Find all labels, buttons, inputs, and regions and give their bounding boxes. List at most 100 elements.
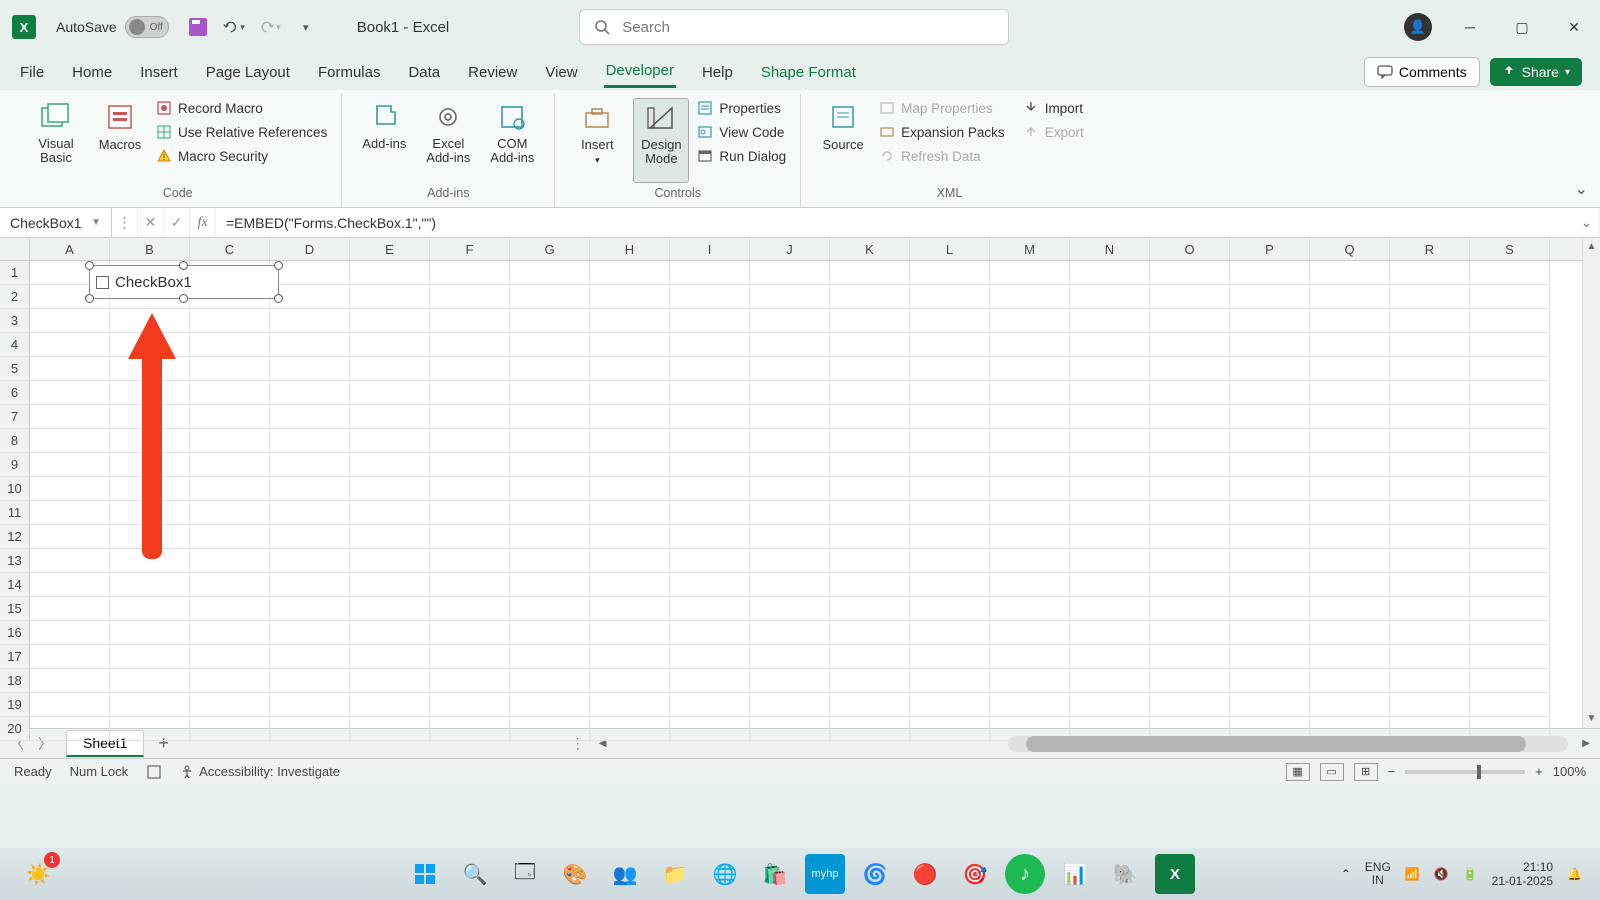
cell[interactable] xyxy=(590,693,670,717)
column-header[interactable]: H xyxy=(590,238,670,260)
notifications-icon[interactable]: 🔔 xyxy=(1567,867,1582,881)
cell[interactable] xyxy=(670,573,750,597)
cell[interactable] xyxy=(670,405,750,429)
tab-review[interactable]: Review xyxy=(466,58,519,87)
cell[interactable] xyxy=(1470,261,1550,285)
cell[interactable] xyxy=(910,549,990,573)
cell[interactable] xyxy=(270,573,350,597)
horizontal-scrollbar[interactable] xyxy=(1008,736,1568,752)
cell[interactable] xyxy=(910,693,990,717)
enter-formula-button[interactable]: ✓ xyxy=(164,208,190,237)
cell[interactable] xyxy=(270,597,350,621)
resize-handle[interactable] xyxy=(179,294,188,303)
cell[interactable] xyxy=(910,597,990,621)
page-layout-view-button[interactable]: ▭ xyxy=(1320,763,1344,781)
cell[interactable] xyxy=(1230,477,1310,501)
cell[interactable] xyxy=(1070,357,1150,381)
ribbon-collapse-button[interactable]: ⌄ xyxy=(1575,179,1588,199)
row-header[interactable]: 11 xyxy=(0,501,30,525)
cell[interactable] xyxy=(350,405,430,429)
cell[interactable] xyxy=(510,645,590,669)
cell[interactable] xyxy=(590,717,670,741)
resize-handle[interactable] xyxy=(274,294,283,303)
cell[interactable] xyxy=(30,381,110,405)
column-header[interactable]: K xyxy=(830,238,910,260)
cell[interactable] xyxy=(350,381,430,405)
cell[interactable] xyxy=(910,453,990,477)
app-icon-4[interactable]: 🐘 xyxy=(1105,854,1145,894)
cell[interactable] xyxy=(1310,309,1390,333)
cell[interactable] xyxy=(750,285,830,309)
cell[interactable] xyxy=(190,357,270,381)
cell[interactable] xyxy=(1470,429,1550,453)
resize-handle[interactable] xyxy=(85,261,94,270)
addins-button[interactable]: Add-ins xyxy=(356,98,412,183)
cell[interactable] xyxy=(1230,525,1310,549)
cell[interactable] xyxy=(1470,285,1550,309)
cell[interactable] xyxy=(510,309,590,333)
cell[interactable] xyxy=(430,429,510,453)
cell[interactable] xyxy=(1470,405,1550,429)
cell[interactable] xyxy=(990,645,1070,669)
cell[interactable] xyxy=(1470,549,1550,573)
row-header[interactable]: 7 xyxy=(0,405,30,429)
cell[interactable] xyxy=(910,405,990,429)
cell[interactable] xyxy=(1150,381,1230,405)
cell[interactable] xyxy=(270,429,350,453)
row-header[interactable]: 12 xyxy=(0,525,30,549)
cell[interactable] xyxy=(270,525,350,549)
cell[interactable] xyxy=(1390,501,1470,525)
cell[interactable] xyxy=(190,597,270,621)
cell[interactable] xyxy=(1390,285,1470,309)
cell[interactable] xyxy=(350,477,430,501)
column-header[interactable]: D xyxy=(270,238,350,260)
cell[interactable] xyxy=(270,477,350,501)
cell[interactable] xyxy=(1390,693,1470,717)
cell[interactable] xyxy=(910,573,990,597)
cell[interactable] xyxy=(430,621,510,645)
cell[interactable] xyxy=(1470,333,1550,357)
page-break-view-button[interactable]: ⊞ xyxy=(1354,763,1378,781)
row-header[interactable]: 16 xyxy=(0,621,30,645)
qat-customize[interactable]: ▾ xyxy=(295,16,317,38)
column-header[interactable]: J xyxy=(750,238,830,260)
cell[interactable] xyxy=(1470,357,1550,381)
cell[interactable] xyxy=(1150,261,1230,285)
task-view-button[interactable]: 🗔 xyxy=(505,854,545,894)
cell[interactable] xyxy=(110,573,190,597)
cell[interactable] xyxy=(830,429,910,453)
row-header[interactable]: 15 xyxy=(0,597,30,621)
tab-view[interactable]: View xyxy=(543,58,579,87)
cell[interactable] xyxy=(190,453,270,477)
cell[interactable] xyxy=(1470,381,1550,405)
cell[interactable] xyxy=(510,573,590,597)
cell[interactable] xyxy=(30,549,110,573)
cell[interactable] xyxy=(670,261,750,285)
source-button[interactable]: Source xyxy=(815,98,871,183)
cell[interactable] xyxy=(30,453,110,477)
cell[interactable] xyxy=(590,597,670,621)
resize-handle[interactable] xyxy=(274,261,283,270)
cell[interactable] xyxy=(190,477,270,501)
tab-insert[interactable]: Insert xyxy=(138,58,180,87)
row-header[interactable]: 9 xyxy=(0,453,30,477)
row-header[interactable]: 10 xyxy=(0,477,30,501)
cell[interactable] xyxy=(830,261,910,285)
cell[interactable] xyxy=(910,381,990,405)
cell[interactable] xyxy=(270,621,350,645)
cell[interactable] xyxy=(430,261,510,285)
cell[interactable] xyxy=(1070,501,1150,525)
maximize-button[interactable]: ▢ xyxy=(1508,13,1536,41)
cell[interactable] xyxy=(1070,693,1150,717)
lang-2[interactable]: IN xyxy=(1365,874,1391,887)
cell[interactable] xyxy=(1070,405,1150,429)
cell[interactable] xyxy=(1230,261,1310,285)
cell[interactable] xyxy=(430,477,510,501)
cell[interactable] xyxy=(1310,381,1390,405)
cell[interactable] xyxy=(1390,525,1470,549)
cell[interactable] xyxy=(1150,645,1230,669)
cell[interactable] xyxy=(1070,525,1150,549)
cell[interactable] xyxy=(750,333,830,357)
cell[interactable] xyxy=(270,645,350,669)
tab-shape-format[interactable]: Shape Format xyxy=(759,58,858,87)
